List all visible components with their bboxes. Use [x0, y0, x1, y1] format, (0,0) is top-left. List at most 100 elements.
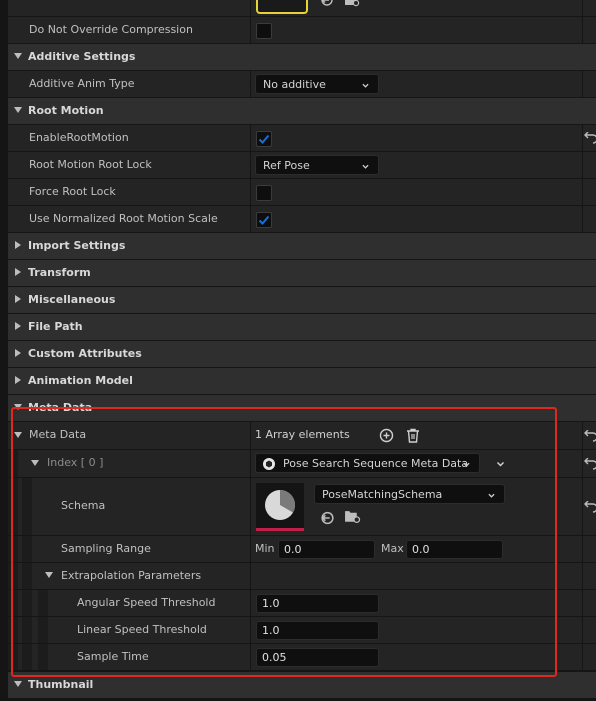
min-label: Min [255, 542, 275, 555]
reset-arrow-icon[interactable] [584, 430, 596, 442]
expand-arrow-icon[interactable] [11, 44, 23, 70]
expand-arrow-icon[interactable] [11, 260, 23, 286]
section-title: Import Settings [28, 239, 126, 252]
additive-anim-type-label: Additive Anim Type [29, 77, 135, 90]
row-extrapolation-parameters: Extrapolation Parameters [8, 563, 596, 589]
reset-arrow-icon[interactable] [584, 458, 596, 470]
normalized-scale-label: Use Normalized Root Motion Scale [29, 212, 218, 225]
additive-anim-type-dropdown[interactable]: No additive [255, 74, 379, 94]
row-linear-speed-threshold: Linear Speed Threshold 1.0 [8, 617, 596, 643]
expand-arrow-icon[interactable] [42, 563, 54, 589]
expand-arrow-icon[interactable] [11, 368, 23, 394]
checkmark-icon [258, 134, 270, 144]
section-additive-settings[interactable]: Additive Settings [8, 44, 596, 70]
add-element-icon[interactable] [379, 428, 394, 443]
browse-icon[interactable] [344, 510, 361, 525]
extrapolation-label: Extrapolation Parameters [61, 569, 202, 582]
asset-thumbnail-icon [265, 490, 296, 520]
section-root-motion[interactable]: Root Motion [8, 98, 596, 124]
section-custom-attributes[interactable]: Custom Attributes [8, 341, 596, 367]
schema-asset-dropdown[interactable]: PoseMatchingSchema [314, 484, 505, 504]
do-not-override-compression-checkbox[interactable] [256, 23, 272, 39]
row-do-not-override-compression: Do Not Override Compression [8, 17, 596, 43]
expand-arrow-icon[interactable] [11, 341, 23, 367]
row-sampling-range: Sampling Range Min 0.0 Max 0.0 [8, 536, 596, 562]
browse-icon[interactable] [344, 0, 360, 8]
meta-data-label: Meta Data [29, 428, 87, 441]
yellow-swatch-icon [256, 0, 308, 14]
enable-root-motion-label: EnableRootMotion [29, 131, 129, 144]
schema-label: Schema [61, 499, 106, 512]
section-import-settings[interactable]: Import Settings [8, 233, 596, 259]
section-thumbnail[interactable]: Thumbnail [8, 672, 596, 698]
sample-time-label: Sample Time [77, 650, 149, 663]
linear-speed-input[interactable]: 1.0 [256, 621, 379, 640]
schema-thumbnail[interactable] [256, 483, 304, 531]
array-element-count: 1 Array elements [255, 428, 350, 441]
section-transform[interactable]: Transform [8, 260, 596, 286]
section-title: Root Motion [28, 104, 104, 117]
section-title: Additive Settings [28, 50, 136, 63]
force-root-lock-checkbox[interactable] [256, 185, 272, 201]
expand-arrow-icon[interactable] [11, 98, 23, 124]
angular-speed-input[interactable]: 1.0 [256, 594, 379, 613]
section-file-path[interactable]: File Path [8, 314, 596, 340]
section-animation-model[interactable]: Animation Model [8, 368, 596, 394]
row-force-root-lock: Force Root Lock [8, 179, 596, 205]
force-root-lock-label: Force Root Lock [29, 185, 116, 198]
min-input[interactable]: 0.0 [278, 540, 375, 559]
root-motion-root-lock-label: Root Motion Root Lock [29, 158, 152, 171]
row-root-motion-root-lock: Root Motion Root Lock Ref Pose [8, 152, 596, 178]
use-selected-icon[interactable] [320, 511, 335, 525]
section-title: Transform [28, 266, 91, 279]
meta-data-class-dropdown[interactable]: Pose Search Sequence Meta Data [255, 453, 480, 473]
checkmark-icon [258, 215, 270, 225]
max-input[interactable]: 0.0 [406, 540, 503, 559]
angular-speed-label: Angular Speed Threshold [77, 596, 216, 609]
expand-arrow-icon[interactable] [11, 672, 23, 698]
row-index-0: Index [ 0 ] Pose Search Sequence Meta Da… [8, 450, 596, 477]
max-label: Max [381, 542, 404, 555]
section-title: Animation Model [28, 374, 133, 387]
linear-speed-label: Linear Speed Threshold [77, 623, 207, 636]
section-title: Miscellaneous [28, 293, 116, 306]
chevron-down-icon [488, 493, 495, 498]
root-lock-dropdown[interactable]: Ref Pose [255, 155, 379, 175]
section-title: Custom Attributes [28, 347, 142, 360]
section-miscellaneous[interactable]: Miscellaneous [8, 287, 596, 313]
dropdown-value: Pose Search Sequence Meta Data [283, 457, 469, 470]
enable-root-motion-checkbox[interactable] [256, 131, 272, 147]
dropdown-value: Ref Pose [263, 159, 310, 172]
row-schema: Schema PoseMatchingSchema [8, 478, 596, 535]
section-meta-data[interactable]: Meta Data [8, 395, 596, 421]
expand-arrow-icon[interactable] [11, 287, 23, 313]
chevron-down-icon [362, 83, 369, 88]
dropdown-value: PoseMatchingSchema [322, 488, 443, 501]
use-selected-icon[interactable] [320, 0, 334, 8]
expand-arrow-icon[interactable] [28, 451, 40, 477]
expand-arrow-icon[interactable] [11, 314, 23, 340]
row-enable-root-motion: EnableRootMotion [8, 125, 596, 151]
top-partial-row [8, 0, 596, 16]
section-title: File Path [28, 320, 83, 333]
row-normalized-root-motion-scale: Use Normalized Root Motion Scale [8, 206, 596, 232]
chevron-down-icon [362, 164, 369, 169]
dropdown-value: No additive [263, 78, 326, 91]
class-icon [263, 458, 275, 470]
row-meta-data-array: Meta Data 1 Array elements [8, 422, 596, 449]
reset-arrow-icon[interactable] [584, 132, 596, 144]
section-title: Thumbnail [28, 678, 94, 691]
sampling-range-label: Sampling Range [61, 542, 151, 555]
chevron-down-icon [463, 462, 470, 467]
expand-arrow-icon[interactable] [11, 233, 23, 259]
delete-icon[interactable] [406, 428, 420, 443]
row-additive-anim-type: Additive Anim Type No additive [8, 71, 596, 97]
expand-arrow-icon[interactable] [11, 423, 23, 449]
chevron-down-icon[interactable] [496, 460, 505, 468]
index-label: Index [ 0 ] [47, 456, 104, 469]
normalized-scale-checkbox[interactable] [256, 212, 272, 228]
row-sample-time: Sample Time 0.05 [8, 644, 596, 670]
reset-arrow-icon[interactable] [584, 501, 596, 513]
sample-time-input[interactable]: 0.05 [256, 648, 379, 667]
expand-arrow-icon[interactable] [11, 395, 23, 421]
